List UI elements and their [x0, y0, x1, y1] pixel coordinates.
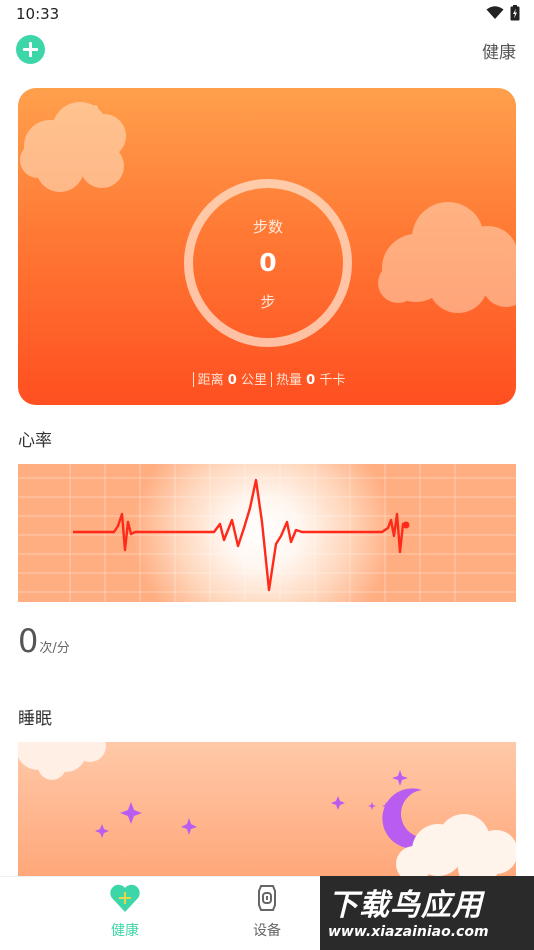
watermark-title: 下载鸟应用 [328, 888, 483, 923]
steps-value: 0 [259, 248, 277, 277]
heart-rate-title: 心率 [18, 431, 52, 451]
steps-label: 步数 [252, 218, 283, 236]
tab-health-label: 健康 [111, 923, 139, 939]
heart-rate-value: 0 [18, 622, 39, 660]
heart-rate-unit: 次/分 [39, 641, 70, 656]
page-title: 健康 [482, 43, 516, 63]
calories-label: 热量 [276, 373, 303, 388]
watch-icon [258, 885, 276, 911]
watermark-logo: 下载鸟应用 www.xiazainiao.com [320, 876, 534, 950]
divider [271, 372, 272, 387]
steps-card[interactable]: 步数 0 步 距离 0 公里 热量 0 千卡 [18, 88, 516, 405]
sleep-card[interactable] [18, 742, 516, 876]
sleep-title: 睡眠 [18, 709, 52, 729]
status-bar: 10:33 [0, 0, 534, 28]
heart-rate-value-row: 0次/分 [18, 622, 70, 660]
status-time: 10:33 [16, 5, 60, 23]
steps-stats: 距离 0 公里 热量 0 千卡 [18, 369, 516, 388]
calories-value: 0 [306, 373, 316, 388]
header: 健康 [0, 28, 534, 72]
steps-unit: 步 [260, 293, 276, 311]
watermark-url: www.xiazainiao.com [328, 924, 489, 940]
plus-circle-icon [23, 42, 38, 57]
tab-health[interactable]: 健康 [85, 883, 165, 940]
calories-unit: 千卡 [319, 373, 346, 388]
status-icons [486, 5, 520, 21]
battery-icon [510, 5, 520, 21]
heart-rate-wave-icon [18, 464, 516, 602]
sleep-illustration [18, 742, 516, 876]
tab-device-label: 设备 [253, 923, 281, 939]
divider [192, 372, 194, 387]
health-heart-icon [110, 884, 140, 912]
distance-unit: 公里 [240, 373, 267, 388]
tab-device[interactable]: 设备 [227, 883, 307, 940]
wifi-icon [486, 6, 504, 19]
distance-value: 0 [227, 373, 237, 388]
heart-rate-card[interactable] [18, 464, 516, 602]
distance-label: 距离 [197, 373, 224, 388]
add-button[interactable] [16, 35, 45, 64]
